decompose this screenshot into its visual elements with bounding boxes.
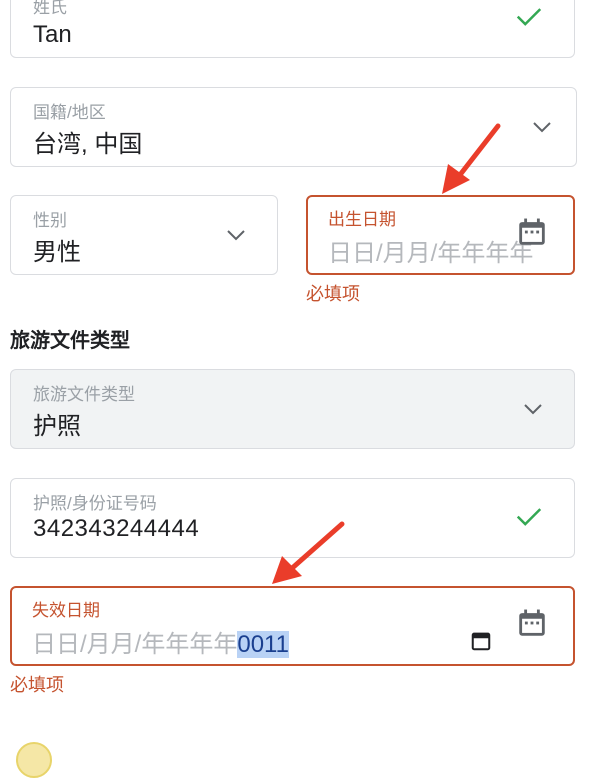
surname-field[interactable]: 姓氏 Tan xyxy=(10,0,575,58)
travel-doc-type-value: 护照 xyxy=(33,413,81,440)
gender-select[interactable]: 性别 男性 xyxy=(10,195,278,275)
check-icon xyxy=(516,508,542,526)
surname-value: Tan xyxy=(33,21,72,48)
chevron-down-icon xyxy=(227,230,245,241)
info-bulb-icon xyxy=(16,742,52,778)
birth-date-error: 必填项 xyxy=(306,284,360,304)
calendar-icon[interactable] xyxy=(515,606,549,640)
travel-doc-section-title: 旅游文件类型 xyxy=(10,330,130,352)
birth-date-label: 出生日期 xyxy=(328,210,396,229)
calendar-icon[interactable] xyxy=(515,215,549,249)
chevron-down-icon xyxy=(524,404,542,415)
travel-doc-type-label: 旅游文件类型 xyxy=(33,385,135,404)
expiry-date-placeholder: 日日/月月/年年年年 xyxy=(32,631,238,658)
gender-value: 男性 xyxy=(33,239,81,266)
expiry-date-input[interactable]: 日日/月月/年年年年0011 xyxy=(32,624,289,659)
check-icon xyxy=(516,8,542,26)
nationality-value: 台湾, 中国 xyxy=(33,131,143,158)
surname-label: 姓氏 xyxy=(33,0,67,17)
gender-label: 性别 xyxy=(33,211,67,230)
expiry-date-field[interactable]: 失效日期 日日/月月/年年年年0011 xyxy=(10,586,575,666)
passport-number-label: 护照/身份证号码 xyxy=(33,494,157,513)
native-calendar-icon[interactable] xyxy=(470,630,492,652)
passport-number-value: 342343244444 xyxy=(33,515,200,542)
expiry-date-label: 失效日期 xyxy=(32,601,100,620)
birth-date-input[interactable]: 日日/月月/年年年年 xyxy=(328,233,533,268)
expiry-date-error: 必填项 xyxy=(10,675,64,695)
travel-doc-type-select[interactable]: 旅游文件类型 护照 xyxy=(10,369,575,449)
nationality-label: 国籍/地区 xyxy=(33,103,106,122)
chevron-down-icon xyxy=(533,122,551,133)
nationality-select[interactable]: 国籍/地区 台湾, 中国 xyxy=(10,87,577,167)
birth-date-field[interactable]: 出生日期 日日/月月/年年年年 xyxy=(306,195,575,275)
passport-number-field[interactable]: 护照/身份证号码 342343244444 xyxy=(10,478,575,558)
expiry-date-selected-text: 0011 xyxy=(237,631,289,658)
